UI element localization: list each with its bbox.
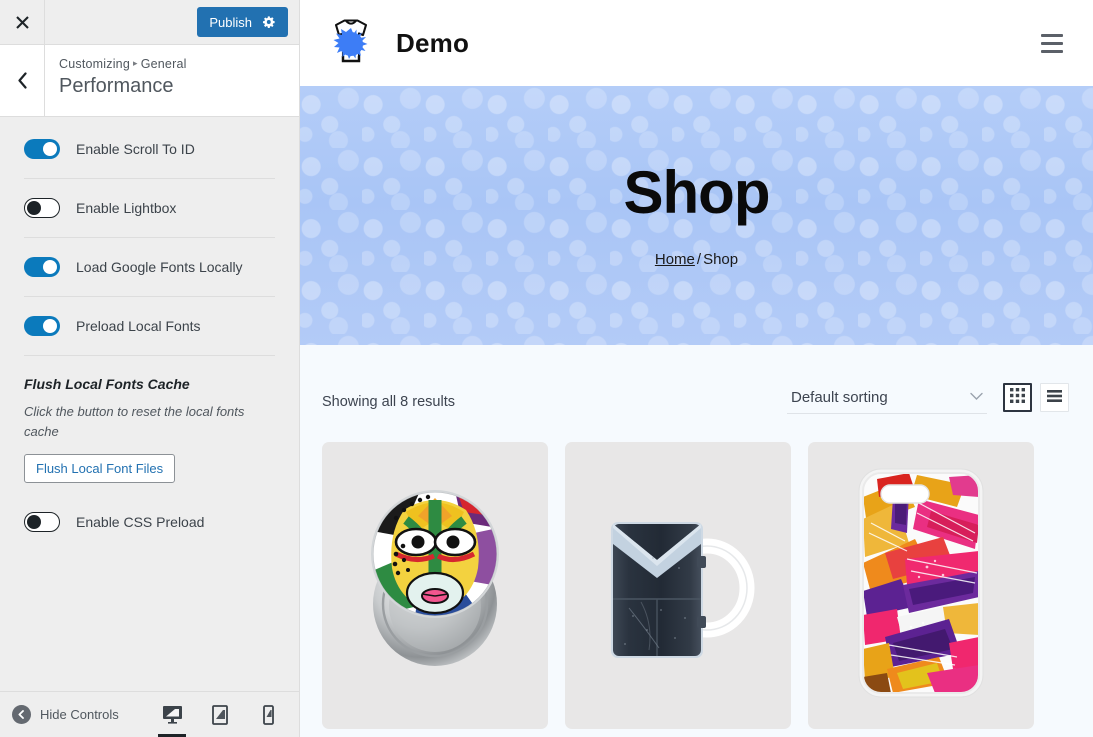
setting-enable-css-preload[interactable]: Enable CSS Preload	[24, 489, 275, 551]
colorful-face-pin-button-image	[360, 476, 510, 696]
customizer-app: Publish Customizing ▸ General Performance	[0, 0, 1093, 737]
panel-titles: Customizing ▸ General Performance	[45, 45, 187, 116]
product-card[interactable]	[565, 442, 791, 729]
toggle-preload-local-fonts[interactable]	[24, 316, 60, 336]
setting-label: Preload Local Fonts	[76, 318, 201, 334]
device-preview-switcher	[151, 692, 289, 737]
toggle-load-google-fonts-locally[interactable]	[24, 257, 60, 277]
breadcrumb-section[interactable]: General	[141, 57, 187, 71]
customizer-footer: Hide Controls	[0, 691, 299, 737]
toggle-enable-scroll-to-id[interactable]	[24, 139, 60, 159]
sorting-selected-value: Default sorting	[791, 388, 888, 406]
breadcrumb: Home / Shop	[655, 251, 738, 268]
controls-scroll: Enable Scroll To ID Enable Lightbox Load…	[0, 117, 299, 551]
chevron-left-icon[interactable]	[0, 45, 45, 116]
burger-line	[1041, 49, 1063, 53]
site-header: Demo	[300, 0, 1093, 86]
product-card[interactable]	[322, 442, 548, 729]
setting-label: Load Google Fonts Locally	[76, 259, 243, 275]
section-title: Flush Local Fonts Cache	[24, 376, 190, 392]
burger-line	[1041, 33, 1063, 37]
breadcrumb-separator: /	[696, 251, 702, 268]
toggle-knob	[43, 142, 57, 156]
hero-title: Shop	[623, 159, 771, 226]
setting-load-google-fonts-locally[interactable]: Load Google Fonts Locally	[24, 238, 275, 297]
customizer-controls: Enable Scroll To ID Enable Lightbox Load…	[0, 117, 299, 691]
results-count: Showing all 8 results	[322, 394, 455, 410]
breadcrumb-current: Shop	[703, 251, 739, 268]
publish-button[interactable]: Publish	[197, 7, 288, 37]
toggle-knob	[43, 260, 57, 274]
publish-label: Publish	[209, 14, 252, 30]
list-view-icon	[1047, 389, 1062, 407]
page-title: Performance	[59, 75, 174, 97]
close-icon[interactable]	[0, 0, 45, 44]
grid-view-button[interactable]	[1003, 383, 1032, 412]
hamburger-menu-icon[interactable]	[1035, 28, 1069, 59]
site-branding[interactable]: Demo	[322, 12, 469, 75]
breadcrumb: Customizing ▸ General	[59, 57, 187, 71]
toggle-enable-lightbox[interactable]	[24, 198, 60, 218]
shop-toolbar: Showing all 8 results Default sorting	[300, 345, 1093, 414]
view-mode-toggles	[1003, 383, 1069, 414]
hide-controls-button[interactable]: Hide Controls	[12, 705, 119, 724]
setting-label: Enable CSS Preload	[76, 514, 205, 530]
sorting-select[interactable]: Default sorting	[787, 388, 987, 414]
breadcrumb-home-link[interactable]: Home	[655, 251, 695, 268]
list-view-button[interactable]	[1040, 383, 1069, 412]
toggle-knob	[43, 319, 57, 333]
colorful-paint-phone-case-image	[857, 467, 985, 704]
breadcrumb-root[interactable]: Customizing	[59, 57, 130, 71]
setting-preload-local-fonts[interactable]: Preload Local Fonts	[24, 297, 275, 356]
gear-icon[interactable]	[262, 15, 276, 29]
grid-view-icon	[1010, 387, 1025, 408]
collapse-left-icon	[12, 705, 31, 724]
hide-controls-label: Hide Controls	[40, 707, 119, 722]
site-title: Demo	[396, 27, 470, 58]
navy-mug-white-handle-image	[589, 498, 767, 673]
setting-label: Enable Scroll To ID	[76, 141, 195, 157]
section-description: Click the button to reset the local font…	[24, 404, 245, 439]
toggle-knob	[27, 515, 41, 529]
customizer-sidebar: Publish Customizing ▸ General Performance	[0, 0, 300, 737]
product-card[interactable]	[808, 442, 1034, 729]
device-tablet-button[interactable]	[199, 692, 241, 737]
chevron-down-icon	[970, 388, 983, 406]
setting-label: Enable Lightbox	[76, 200, 177, 216]
setting-enable-lightbox[interactable]: Enable Lightbox	[24, 179, 275, 238]
flush-local-font-files-button[interactable]: Flush Local Font Files	[24, 454, 176, 483]
toggle-enable-css-preload[interactable]	[24, 512, 60, 532]
breadcrumb-separator: ▸	[132, 58, 138, 68]
customizer-panel-header: Customizing ▸ General Performance	[0, 45, 299, 117]
toggle-knob	[27, 201, 41, 215]
customizer-topbar: Publish	[0, 0, 299, 45]
site-preview: Demo Shop Home / Shop Showing all 8 result…	[300, 0, 1093, 737]
page-hero: Shop Home / Shop	[300, 86, 1093, 345]
flush-local-fonts-cache-section: Flush Local Fonts Cache Click the button…	[24, 356, 275, 489]
device-mobile-button[interactable]	[247, 692, 289, 737]
product-grid	[300, 414, 1093, 729]
setting-enable-scroll-to-id[interactable]: Enable Scroll To ID	[24, 117, 275, 179]
device-desktop-button[interactable]	[151, 692, 193, 737]
burger-line	[1041, 41, 1063, 45]
tshirt-splatter-logo-icon	[322, 12, 380, 75]
